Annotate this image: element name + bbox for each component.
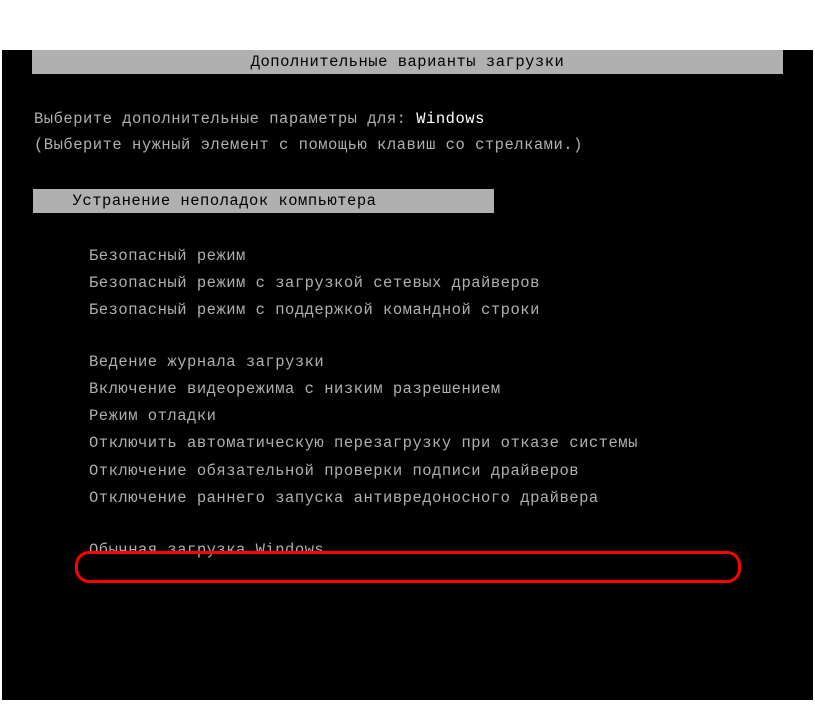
option-disable-driver-signature[interactable]: Отключение обязательной проверки подписи… xyxy=(89,458,781,485)
normal-boot-group: Обычная загрузка Windows xyxy=(34,537,781,564)
screen-title: Дополнительные варианты загрузки xyxy=(32,50,783,74)
instruction-text: Выберите дополнительные параметры для: W… xyxy=(34,106,781,159)
content-area: Выберите дополнительные параметры для: W… xyxy=(2,106,813,564)
option-repair-computer[interactable]: Устранение неполадок компьютера xyxy=(33,189,494,213)
option-safe-mode-networking[interactable]: Безопасный режим с загрузкой сетевых дра… xyxy=(89,270,781,297)
boot-options-screen: Дополнительные варианты загрузки Выберит… xyxy=(2,50,813,700)
safe-mode-group: Безопасный режим Безопасный режим с загр… xyxy=(34,243,781,324)
instruction-line1: Выберите дополнительные параметры для: W… xyxy=(34,106,781,132)
option-disable-auto-restart[interactable]: Отключить автоматическую перезагрузку пр… xyxy=(89,430,781,457)
option-safe-mode[interactable]: Безопасный режим xyxy=(89,243,781,270)
instruction-line2: (Выберите нужный элемент с помощью клави… xyxy=(34,132,781,158)
option-safe-mode-command[interactable]: Безопасный режим с поддержкой командной … xyxy=(89,297,781,324)
advanced-options-group: Ведение журнала загрузки Включение видео… xyxy=(34,349,781,512)
os-name: Windows xyxy=(416,110,485,128)
selected-option-wrapper: Устранение неполадок компьютера xyxy=(34,159,781,213)
option-debug-mode[interactable]: Режим отладки xyxy=(89,403,781,430)
option-low-res-video[interactable]: Включение видеорежима с низким разрешени… xyxy=(89,376,781,403)
option-start-windows-normally[interactable]: Обычная загрузка Windows xyxy=(89,537,781,564)
instruction-prefix: Выберите дополнительные параметры для: xyxy=(34,110,416,128)
option-disable-early-launch-antimalware[interactable]: Отключение раннего запуска антивредоносн… xyxy=(89,485,781,512)
option-boot-logging[interactable]: Ведение журнала загрузки xyxy=(89,349,781,376)
